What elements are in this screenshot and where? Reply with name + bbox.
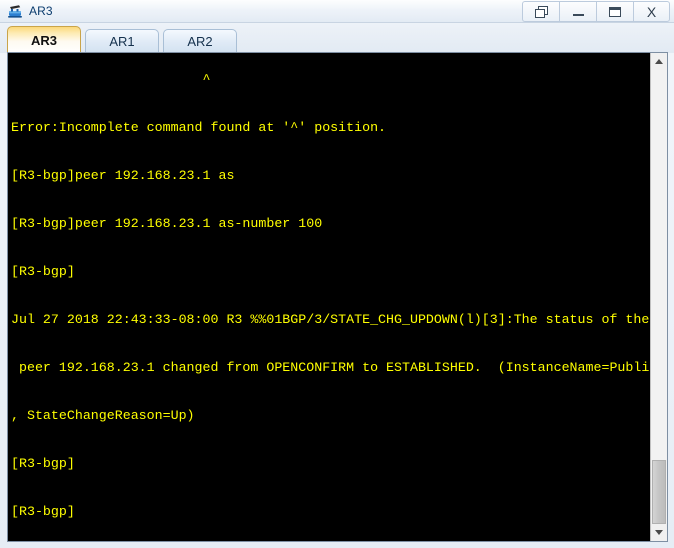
title-bar: AR3 X	[0, 0, 674, 23]
emulator-window: AR3 X AR3 AR1 AR2 ^ Error:Incomplete com…	[0, 0, 674, 548]
tab-ar3[interactable]: AR3	[7, 26, 81, 53]
terminal-panel[interactable]: ^ Error:Incomplete command found at '^' …	[7, 52, 668, 542]
chevron-up-icon	[655, 59, 663, 64]
close-button[interactable]: X	[633, 1, 670, 22]
console-line: [R3-bgp]peer 192.168.23.1 as-number 100	[11, 216, 323, 231]
tab-ar1[interactable]: AR1	[85, 29, 159, 53]
minimize-icon	[572, 7, 584, 17]
tab-ar1-label: AR1	[109, 34, 135, 49]
tab-ar2[interactable]: AR2	[163, 29, 237, 53]
close-icon: X	[646, 3, 657, 20]
scrollbar-thumb[interactable]	[652, 460, 666, 524]
minimize-button[interactable]	[559, 1, 596, 22]
window-controls: X	[522, 1, 670, 22]
console-line: peer 192.168.23.1 changed from OPENCONFI…	[11, 360, 650, 375]
window-title: AR3	[29, 4, 53, 18]
router-icon	[7, 3, 24, 20]
restore-icon	[534, 5, 548, 18]
scroll-up-button[interactable]	[651, 53, 667, 70]
console-line: Error:Incomplete command found at '^' po…	[11, 120, 387, 135]
console-line: Jul 27 2018 22:43:33-08:00 R3 %%01BGP/3/…	[11, 312, 650, 327]
scrollbar-track[interactable]	[651, 70, 667, 460]
console-output: ^ Error:Incomplete command found at '^' …	[11, 53, 650, 541]
tab-ar3-label: AR3	[30, 32, 57, 48]
terminal-viewport[interactable]: ^ Error:Incomplete command found at '^' …	[8, 53, 650, 541]
title-bar-left: AR3	[7, 2, 53, 21]
scroll-down-button[interactable]	[651, 524, 667, 541]
maximize-button[interactable]	[596, 1, 633, 22]
console-line: [R3-bgp]	[11, 504, 75, 519]
tab-ar2-label: AR2	[187, 34, 213, 49]
vertical-scrollbar[interactable]	[650, 53, 667, 541]
tab-strip: AR3 AR1 AR2	[0, 23, 674, 53]
console-line: ^	[11, 72, 211, 87]
console-line: [R3-bgp]peer 192.168.23.1 as	[11, 168, 235, 183]
chevron-down-icon	[655, 530, 663, 535]
restore-button[interactable]	[522, 1, 559, 22]
tab-list: AR3 AR1 AR2	[6, 26, 241, 53]
console-line: [R3-bgp]	[11, 456, 75, 471]
console-line: [R3-bgp]	[11, 264, 75, 279]
maximize-icon	[609, 6, 621, 17]
console-line: , StateChangeReason=Up)	[11, 408, 195, 423]
